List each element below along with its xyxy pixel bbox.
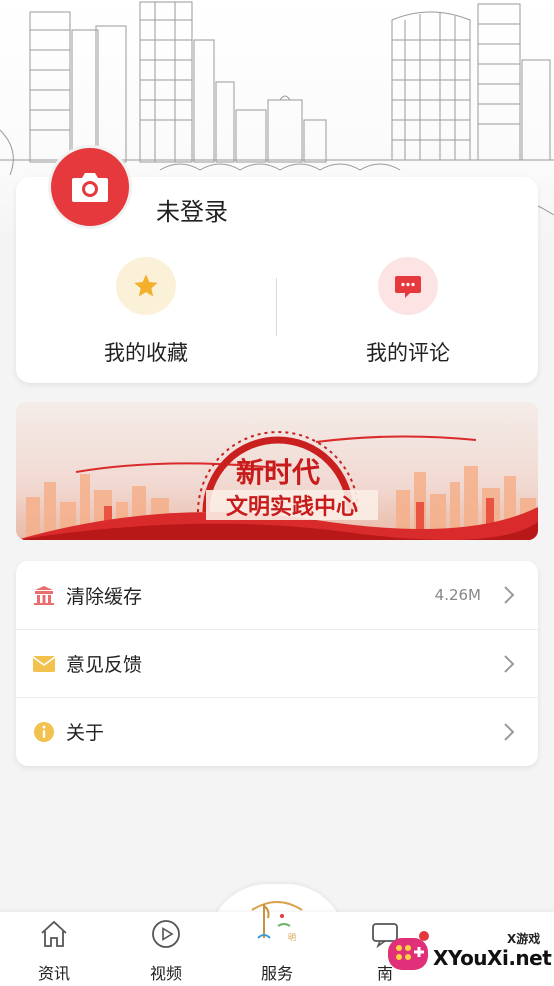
favorites-label: 我的收藏	[104, 341, 188, 365]
watermark-small-text: X游戏	[507, 932, 541, 946]
clear-cache-label: 清除缓存	[66, 585, 143, 608]
nav-label-news: 资讯	[37, 964, 70, 983]
nav-label-video: 视频	[149, 964, 182, 983]
nav-label-service: 服务	[260, 964, 293, 983]
chevron-right-icon	[504, 586, 515, 604]
banner-title-line2: 文明实践中心	[226, 494, 358, 520]
about-label: 关于	[66, 722, 105, 744]
comments-label: 我的评论	[366, 341, 450, 365]
play-circle-icon	[150, 918, 182, 950]
home-icon	[38, 918, 70, 950]
feedback-label: 意见反馈	[66, 654, 143, 676]
site-watermark: X游戏 XYouXi.net	[378, 920, 554, 986]
building-icon	[32, 583, 56, 607]
nav-tab-news[interactable]: 资讯	[14, 918, 94, 986]
nav-tab-service[interactable]: 服务	[237, 918, 317, 986]
favorites-icon-circle	[116, 257, 176, 315]
civilization-center-banner[interactable]: 新时代 文明实践中心	[16, 402, 538, 540]
watermark-main-text: XYouXi.net	[433, 946, 552, 970]
my-favorites-button[interactable]: 我的收藏	[61, 257, 231, 367]
avatar-login-button[interactable]	[48, 145, 132, 229]
about-row[interactable]: 关于	[16, 697, 538, 765]
feedback-row[interactable]: 意见反馈	[16, 629, 538, 697]
nav-tab-video[interactable]: 视频	[126, 918, 206, 986]
chat-bubble-icon	[395, 276, 421, 298]
cache-size-value: 4.26M	[434, 586, 481, 604]
banner-title-line1: 新时代	[236, 456, 320, 489]
my-comments-button[interactable]: 我的评论	[323, 257, 493, 367]
envelope-icon	[32, 652, 56, 676]
chevron-right-icon	[504, 654, 515, 673]
gamepad-logo-icon	[388, 931, 429, 970]
clear-cache-row[interactable]: 清除缓存 4.26M	[16, 561, 538, 629]
star-icon	[134, 274, 158, 297]
comments-icon-circle	[378, 257, 438, 315]
card-divider	[276, 278, 277, 336]
info-icon	[32, 720, 56, 744]
banner-illustration: 新时代 文明实践中心	[16, 431, 538, 540]
chevron-right-icon	[504, 722, 515, 741]
settings-list: 清除缓存 4.26M 意见反馈 关于	[16, 561, 538, 766]
camera-icon	[72, 173, 108, 202]
login-status-label[interactable]: 未登录	[156, 192, 228, 227]
